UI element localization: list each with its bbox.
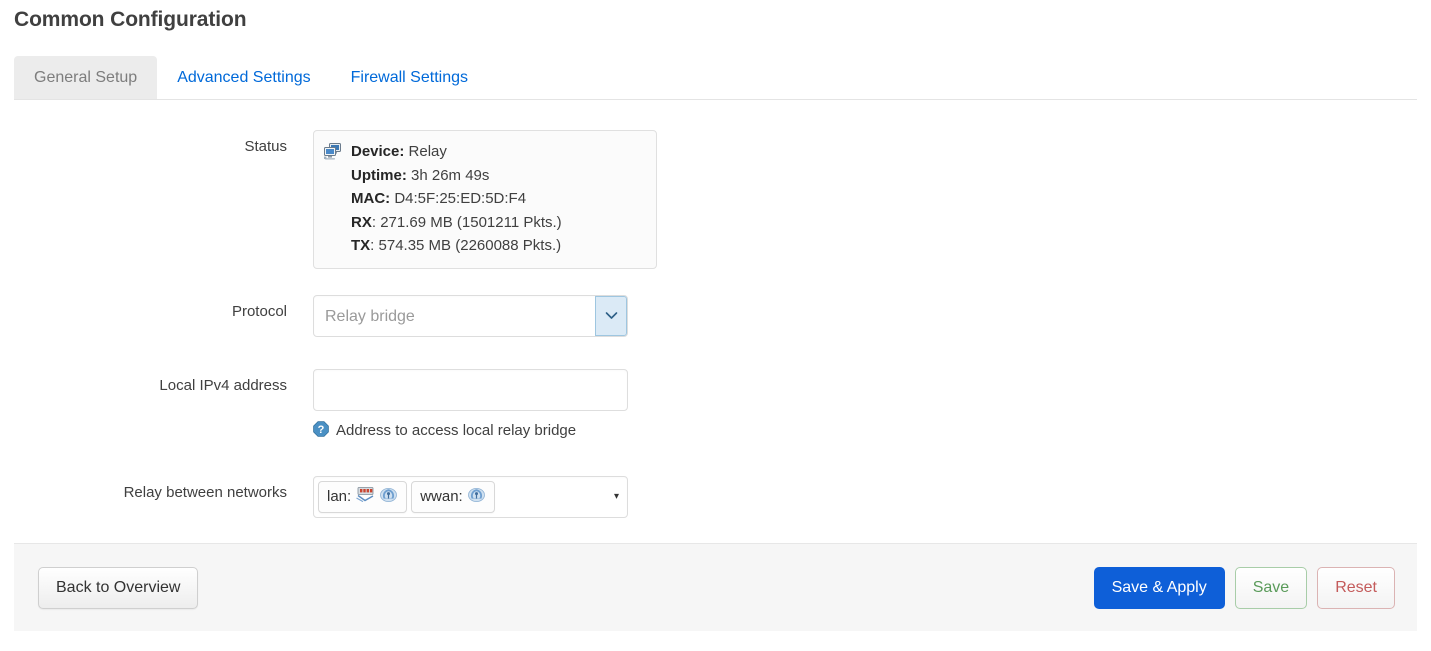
tab-firewall-settings[interactable]: Firewall Settings bbox=[331, 56, 488, 99]
form-row-local-ipv4: Local IPv4 address ? Address to access l… bbox=[0, 369, 1431, 442]
wireless-signal-icon bbox=[380, 487, 397, 506]
footer-actions: Save & Apply Save Reset bbox=[1094, 567, 1395, 609]
form-row-relay-networks: Relay between networks lan: bbox=[0, 476, 1431, 518]
back-to-overview-button[interactable]: Back to Overview bbox=[38, 567, 198, 609]
help-question-icon: ? bbox=[313, 421, 329, 442]
ethernet-switch-icon bbox=[356, 487, 375, 506]
local-ipv4-label: Local IPv4 address bbox=[0, 369, 287, 395]
protocol-select[interactable]: Relay bridge bbox=[313, 295, 628, 337]
status-key-uptime: Uptime: bbox=[351, 167, 407, 184]
status-field: Device: Relay Uptime: 3h 26m 49s MAC: D4… bbox=[287, 130, 1431, 269]
status-line-tx: TX: 574.35 MB (2260088 Pkts.) bbox=[351, 234, 562, 258]
status-key-tx: TX bbox=[351, 237, 370, 254]
save-button[interactable]: Save bbox=[1235, 567, 1307, 609]
status-text-lines: Device: Relay Uptime: 3h 26m 49s MAC: D4… bbox=[351, 140, 562, 258]
local-ipv4-help-text: Address to access local relay bridge bbox=[336, 422, 576, 440]
status-key-mac: MAC: bbox=[351, 190, 390, 207]
relay-token-wwan-label: wwan: bbox=[420, 488, 463, 505]
form-area: Status bbox=[0, 100, 1431, 518]
caret-down-icon[interactable]: ▾ bbox=[614, 477, 619, 517]
status-key-rx: RX bbox=[351, 214, 372, 231]
status-line-device: Device: Relay bbox=[351, 140, 562, 164]
relay-token-wwan[interactable]: wwan: bbox=[411, 481, 495, 513]
protocol-label: Protocol bbox=[0, 295, 287, 321]
status-key-device: Device: bbox=[351, 143, 404, 160]
chevron-down-icon[interactable] bbox=[595, 296, 627, 336]
form-row-status: Status bbox=[0, 130, 1431, 269]
tab-advanced-settings[interactable]: Advanced Settings bbox=[157, 56, 330, 99]
form-footer: Back to Overview Save & Apply Save Reset bbox=[14, 543, 1417, 631]
svg-text:?: ? bbox=[318, 424, 325, 436]
status-line-mac: MAC: D4:5F:25:ED:5D:F4 bbox=[351, 187, 562, 211]
status-value-rx: 271.69 MB (1501211 Pkts.) bbox=[380, 214, 562, 231]
tab-bar: General Setup Advanced Settings Firewall… bbox=[14, 54, 1417, 100]
wireless-signal-icon bbox=[468, 487, 485, 506]
status-value-mac: D4:5F:25:ED:5D:F4 bbox=[394, 190, 526, 207]
relay-token-lan[interactable]: lan: bbox=[318, 481, 407, 513]
save-apply-button[interactable]: Save & Apply bbox=[1094, 567, 1225, 609]
relay-networks-multiselect[interactable]: lan: bbox=[313, 476, 628, 518]
local-ipv4-input[interactable] bbox=[313, 369, 628, 411]
status-sep-rx: : bbox=[372, 214, 376, 231]
status-value-tx: 574.35 MB (2260088 Pkts.) bbox=[379, 237, 562, 254]
protocol-selected-value: Relay bridge bbox=[325, 296, 415, 338]
relay-networks-field: lan: bbox=[287, 476, 1431, 518]
status-box: Device: Relay Uptime: 3h 26m 49s MAC: D4… bbox=[313, 130, 657, 269]
status-line-uptime: Uptime: 3h 26m 49s bbox=[351, 164, 562, 188]
reset-button[interactable]: Reset bbox=[1317, 567, 1395, 609]
relay-networks-label: Relay between networks bbox=[0, 476, 287, 502]
two-computers-network-icon bbox=[324, 143, 343, 165]
local-ipv4-help: ? Address to access local relay bridge bbox=[313, 421, 1431, 442]
relay-token-lan-label: lan: bbox=[327, 488, 351, 505]
status-label: Status bbox=[0, 130, 287, 156]
tab-general-setup[interactable]: General Setup bbox=[14, 56, 157, 99]
local-ipv4-field: ? Address to access local relay bridge bbox=[287, 369, 1431, 442]
page-title: Common Configuration bbox=[14, 8, 246, 32]
status-value-uptime: 3h 26m 49s bbox=[411, 167, 489, 184]
form-row-protocol: Protocol Relay bridge bbox=[0, 295, 1431, 342]
page-root: Common Configuration General Setup Advan… bbox=[0, 0, 1431, 651]
status-sep-tx: : bbox=[370, 237, 374, 254]
protocol-field: Relay bridge bbox=[287, 295, 1431, 342]
status-value-device: Relay bbox=[409, 143, 447, 160]
status-line-rx: RX: 271.69 MB (1501211 Pkts.) bbox=[351, 211, 562, 235]
